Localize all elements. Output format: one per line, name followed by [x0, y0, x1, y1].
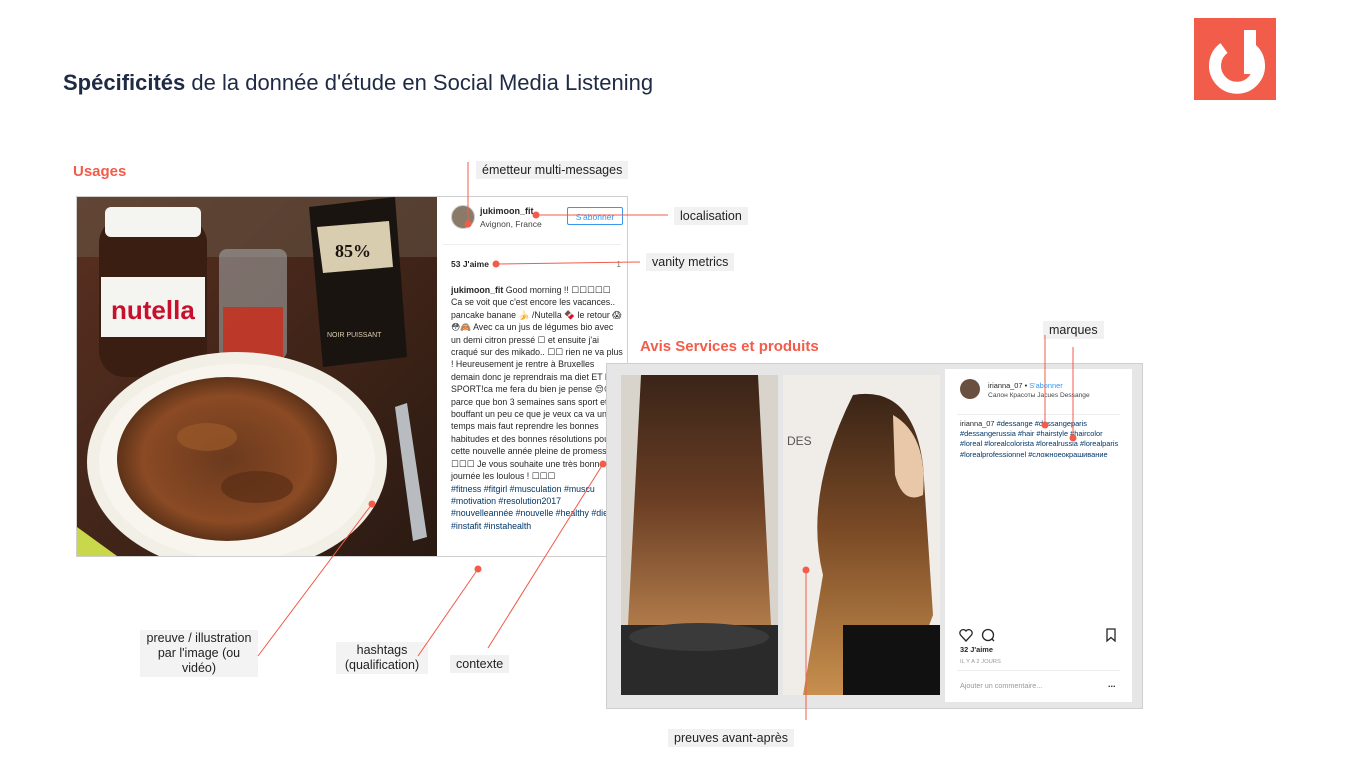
- section-title-avis: Avis Services et produits: [640, 338, 819, 355]
- annotation-contexte: contexte: [450, 655, 510, 673]
- bookmark-icon[interactable]: [1106, 628, 1116, 643]
- page-title-rest: de la donnée d'étude en Social Media Lis…: [185, 70, 654, 95]
- post-username[interactable]: irianna_07 • S'abonner: [988, 381, 1063, 390]
- caption-username[interactable]: irianna_07: [960, 419, 995, 428]
- likes-count[interactable]: 53 J'aime: [451, 259, 489, 269]
- post-caption: irianna_07 #dessange #dessangeparis #des…: [960, 419, 1120, 460]
- comment-icon[interactable]: [981, 628, 995, 642]
- post-actions: [959, 627, 1119, 643]
- divider: [443, 244, 621, 245]
- page-title-bold: Spécificités: [63, 70, 186, 95]
- post-location[interactable]: Avignon, France: [480, 219, 542, 229]
- page-indicator: 1: [616, 259, 621, 269]
- svg-text:NOIR PUISSANT: NOIR PUISSANT: [327, 332, 382, 339]
- annotation-hashtags: hashtags (qualification): [336, 642, 428, 674]
- food-photo: nutella 85% NOIR PUISSANT: [77, 197, 437, 556]
- annotation-preuve: preuve / illustration par l'image (ou vi…: [140, 630, 258, 677]
- likes-count[interactable]: 32 J'aime: [960, 645, 993, 654]
- post-username-text[interactable]: irianna_07: [988, 381, 1023, 390]
- annotation-localisation: localisation: [674, 207, 748, 225]
- caption-username[interactable]: jukimoon_fit: [451, 285, 503, 295]
- caption-hashtags[interactable]: #fitness #fitgirl #musculation #muscu #m…: [451, 484, 610, 531]
- avatar[interactable]: [960, 379, 980, 399]
- annotation-vanity-metrics: vanity metrics: [646, 253, 735, 271]
- annotation-marques: marques: [1043, 321, 1104, 339]
- annotation-emetteur: émetteur multi-messages: [476, 161, 629, 179]
- follow-button[interactable]: S'abonner: [567, 207, 623, 225]
- caption-text: Good morning !! ☐☐☐☐☐ Ca se voit que c'e…: [451, 285, 623, 482]
- divider: [957, 414, 1120, 415]
- before-photo: [621, 375, 778, 695]
- avatar[interactable]: [451, 205, 475, 229]
- logo-icon: [1194, 18, 1276, 100]
- annotation-avant-apres: preuves avant-après: [668, 729, 794, 747]
- post-username[interactable]: jukimoon_fit: [480, 206, 534, 216]
- svg-text:nutella: nutella: [111, 295, 195, 325]
- divider: [957, 670, 1120, 671]
- post-timestamp: IL Y A 2 JOURS: [960, 659, 1001, 665]
- after-photo: DES: [783, 375, 940, 695]
- page-title: Spécificités de la donnée d'étude en Soc…: [63, 70, 653, 96]
- svg-text:DES: DES: [787, 434, 812, 448]
- dot-hashtags: [474, 565, 482, 573]
- post-side-panel: irianna_07 • S'abonner Салон Красоты Jac…: [945, 369, 1132, 702]
- post-side-panel: jukimoon_fit Avignon, France S'abonner 5…: [437, 197, 627, 556]
- heart-icon[interactable]: [959, 628, 973, 642]
- more-icon[interactable]: ...: [1108, 679, 1116, 689]
- follow-link[interactable]: S'abonner: [1029, 381, 1062, 390]
- instagram-post-usages: nutella 85% NOIR PUISSANT jukimoon_fit A…: [76, 196, 628, 557]
- instagram-post-avis: DES irianna_07 • S'abonner Салон Красоты…: [606, 363, 1143, 709]
- post-location[interactable]: Салон Красоты Jacues Dessange: [988, 392, 1090, 399]
- svg-text:85%: 85%: [335, 241, 371, 261]
- post-caption: jukimoon_fit Good morning !! ☐☐☐☐☐ Ca se…: [451, 284, 623, 532]
- section-title-usages: Usages: [73, 163, 127, 180]
- comment-input[interactable]: Ajouter un commentaire...: [960, 681, 1042, 690]
